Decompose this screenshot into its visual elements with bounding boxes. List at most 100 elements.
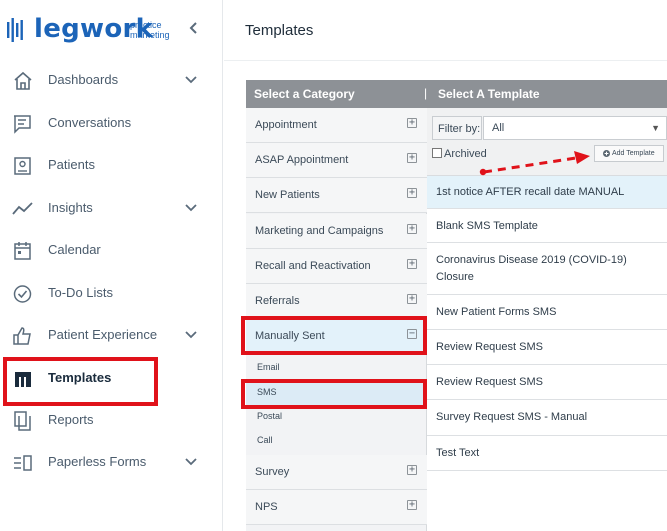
category-marketing-and-campaigns[interactable]: Marketing and Campaigns + — [246, 214, 427, 249]
chevron-down-icon — [185, 458, 197, 466]
expand-icon: + — [407, 464, 417, 475]
archived-checkbox[interactable]: Archived — [432, 148, 487, 160]
template-column-header: Select A Template — [438, 87, 540, 101]
plus-circle-icon — [603, 149, 611, 157]
sidebar-item-templates[interactable]: Templates — [0, 359, 223, 399]
brand-subtitle-line1: practice — [130, 20, 162, 30]
template-item[interactable]: New Patient Forms SMS — [427, 295, 667, 330]
category-column-header: Select a Category — [254, 87, 355, 101]
template-label: 1st notice AFTER recall date MANUAL — [436, 186, 625, 198]
sidebar-item-label: Insights — [48, 200, 93, 215]
sidebar-item-label: Patient Experience — [48, 327, 158, 342]
template-label: New Patient Forms SMS — [436, 306, 557, 318]
category-label: Survey — [255, 466, 290, 478]
subcategory-postal[interactable]: Postal — [246, 405, 427, 429]
app-window: legwork practice marketing Dashboards Co… — [0, 0, 667, 531]
patient-card-icon — [14, 157, 31, 175]
sidebar-item-calendar[interactable]: Calendar — [0, 231, 223, 271]
sidebar-item-label: Templates — [48, 370, 112, 385]
expand-icon: + — [407, 258, 417, 269]
trend-icon — [12, 202, 33, 215]
category-new-patients[interactable]: New Patients + — [246, 178, 427, 213]
expand-icon: + — [407, 117, 417, 128]
subcategory-email[interactable]: Email — [246, 356, 427, 380]
template-item[interactable]: Test Text — [427, 436, 667, 471]
sidebar-item-label: Dashboards — [48, 72, 119, 87]
template-item[interactable]: 1st notice AFTER recall date MANUAL — [427, 176, 667, 209]
chevron-down-icon — [185, 76, 197, 84]
category-list: Appointment + ASAP Appointment + New Pat… — [246, 108, 427, 531]
template-label: Coronavirus Disease 2019 (COVID-19) Clos… — [436, 254, 627, 283]
subcategory-label: Email — [257, 362, 280, 372]
category-asap-appointment[interactable]: ASAP Appointment + — [246, 143, 427, 178]
archived-label: Archived — [444, 148, 487, 160]
filter-bar: Filter by: All ▼ Archived Add Template — [427, 108, 667, 176]
category-label: Recall and Reactivation — [255, 260, 371, 272]
category-label: Referrals — [255, 295, 300, 307]
check-circle-icon — [13, 285, 32, 303]
expand-icon: + — [407, 499, 417, 510]
subcategory-label: SMS — [257, 387, 277, 397]
category-appointment[interactable]: Appointment + — [246, 108, 427, 143]
subcategory-call[interactable]: Call — [246, 429, 427, 453]
chevron-down-icon — [185, 204, 197, 212]
collapse-sidebar-button[interactable] — [186, 20, 202, 40]
forms-icon — [14, 455, 32, 471]
template-item[interactable]: Survey Request SMS - Manual — [427, 400, 667, 436]
template-label: Review Request SMS — [436, 376, 543, 388]
sidebar-item-todo-lists[interactable]: To-Do Lists — [0, 274, 223, 314]
collapse-icon: − — [407, 328, 417, 339]
header-separator: | — [424, 86, 428, 100]
sidebar-item-label: To-Do Lists — [48, 285, 114, 300]
brand-subtitle: practice marketing — [130, 20, 170, 40]
subcategory-label: Call — [257, 435, 273, 445]
template-item[interactable]: Review Request SMS — [427, 365, 667, 400]
subcategory-label: Postal — [257, 411, 283, 421]
dropdown-caret-icon: ▼ — [651, 123, 660, 133]
sidebar-item-reports[interactable]: Reports — [0, 401, 223, 441]
category-referrals[interactable]: Referrals + — [246, 284, 427, 319]
chevron-down-icon — [185, 331, 197, 339]
sidebar-item-label: Paperless Forms — [48, 454, 147, 469]
filter-label: Filter by: — [432, 116, 482, 140]
templates-icon — [15, 372, 31, 387]
thumbs-up-icon — [13, 327, 31, 345]
category-label: Manually Sent — [255, 330, 325, 342]
subcategory-sms[interactable]: SMS — [246, 381, 427, 405]
brand-subtitle-line2: marketing — [130, 30, 170, 40]
expand-icon: + — [407, 152, 417, 163]
sidebar-item-patients[interactable]: Patients — [0, 146, 223, 186]
sidebar-item-label: Reports — [48, 412, 94, 427]
reports-icon — [14, 411, 31, 431]
category-manually-sent[interactable]: Manually Sent − — [246, 319, 427, 354]
filter-value: All — [492, 122, 505, 134]
sidebar: legwork practice marketing Dashboards Co… — [0, 0, 223, 531]
sidebar-item-insights[interactable]: Insights — [0, 189, 223, 229]
add-template-label: Add Template — [611, 150, 655, 157]
sidebar-item-patient-experience[interactable]: Patient Experience — [0, 316, 223, 356]
calendar-icon — [14, 242, 31, 260]
category-recall-and-reactivation[interactable]: Recall and Reactivation + — [246, 249, 427, 284]
template-label: Blank SMS Template — [436, 220, 538, 232]
template-item[interactable]: Blank SMS Template — [427, 209, 667, 243]
sidebar-item-paperless-forms[interactable]: Paperless Forms — [0, 443, 223, 483]
add-template-button[interactable]: Add Template — [594, 145, 664, 162]
logo-mark-icon — [7, 18, 23, 42]
category-survey[interactable]: Survey + — [246, 455, 427, 490]
category-nps[interactable]: NPS + — [246, 490, 427, 525]
main-content: Templates Select a Category | Select A T… — [224, 0, 667, 531]
template-item[interactable]: Coronavirus Disease 2019 (COVID-19) Clos… — [427, 243, 667, 295]
expand-icon: + — [407, 223, 417, 234]
header-divider — [224, 60, 667, 61]
sidebar-item-label: Patients — [48, 157, 95, 172]
category-label: ASAP Appointment — [255, 154, 349, 166]
expand-icon: + — [407, 187, 417, 198]
filter-select[interactable]: All ▼ — [483, 116, 667, 140]
sidebar-item-dashboards[interactable]: Dashboards — [0, 61, 223, 101]
checkbox-icon — [432, 148, 442, 159]
category-label: New Patients — [255, 189, 320, 201]
template-item[interactable]: Review Request SMS — [427, 330, 667, 365]
chat-icon — [14, 115, 31, 134]
home-icon — [14, 71, 32, 90]
sidebar-item-conversations[interactable]: Conversations — [0, 104, 223, 144]
